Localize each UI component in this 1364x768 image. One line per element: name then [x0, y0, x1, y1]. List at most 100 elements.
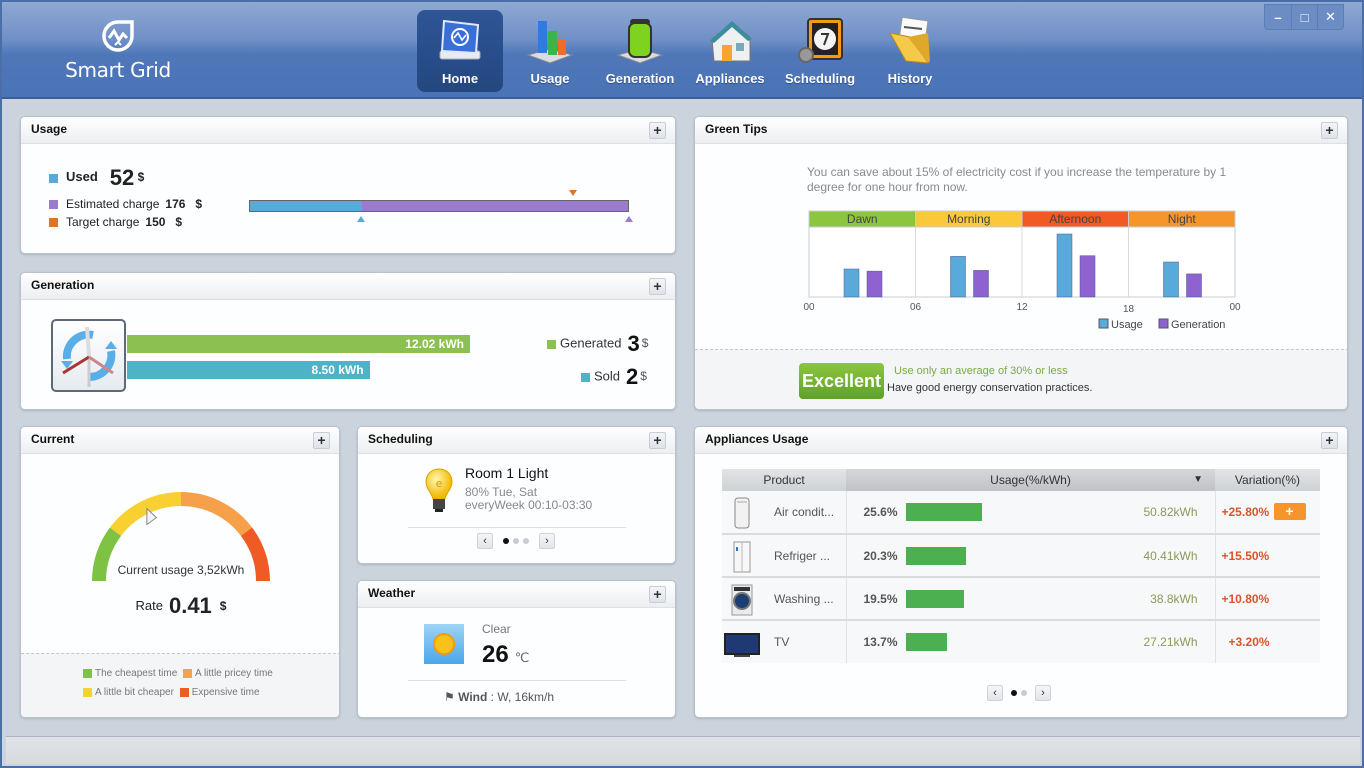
panel-header: Usage + [21, 117, 675, 144]
expand-button[interactable]: + [649, 278, 666, 295]
sunny-icon [424, 624, 464, 664]
nav-usage[interactable]: Usage [507, 10, 593, 92]
usage-percent: 25.6% [863, 505, 898, 519]
period-label: Dawn [847, 212, 878, 226]
expand-button[interactable]: + [649, 586, 666, 603]
plus-icon: + [317, 432, 326, 448]
page-dot[interactable] [513, 538, 519, 544]
folder-icon [889, 17, 930, 64]
current-panel: Current + Current usage 3,52kWh Rate 0.41… [20, 426, 340, 718]
bar-usage [1056, 233, 1073, 298]
window-controls: – □ ✕ [1264, 4, 1344, 30]
panel-title: Scheduling [368, 432, 433, 446]
period-label: Morning [947, 212, 990, 226]
x-tick-label: 18 [1123, 304, 1135, 315]
bar-usage [843, 268, 860, 298]
nav-appliances[interactable]: Appliances [687, 10, 773, 92]
nav-label: Usage [530, 71, 570, 86]
table-row[interactable]: Air condit... 25.6% 50.82kWh +25.80% + [722, 491, 1320, 535]
expand-button[interactable]: + [313, 432, 330, 449]
panel-header: Weather + [358, 581, 675, 608]
variation: +10.80% [1221, 592, 1270, 606]
period-label: Afternoon [1049, 212, 1101, 226]
main-nav: Home Usage Generation Appliances Schedul… [417, 10, 957, 92]
smart-grid-logo-icon [102, 20, 134, 52]
estimated-currency: $ [195, 197, 203, 211]
bar-chart-icon [526, 21, 574, 64]
bar-usage [950, 256, 966, 298]
schedule-detail: 80% Tue, Sat [465, 485, 538, 499]
table-row[interactable]: Refriger ... 20.3% 40.41kWh +15.50% [722, 534, 1320, 578]
panel-header: Current + [21, 427, 339, 454]
estimated-label: Estimated charge [66, 197, 160, 211]
wind-turbine-icon [51, 319, 126, 392]
close-button[interactable]: ✕ [1317, 5, 1343, 29]
table-row[interactable]: Washing ... 19.5% 38.8kWh +10.80% [722, 577, 1320, 621]
nav-history[interactable]: History [867, 10, 953, 92]
estimated-swatch [49, 200, 58, 210]
plus-icon: + [653, 278, 662, 294]
plus-icon: + [653, 432, 662, 448]
gauge-pricey [180, 492, 253, 537]
next-button[interactable]: › [1035, 685, 1051, 701]
appliances-pager: ‹ › [987, 685, 1051, 701]
usage-kwh: 38.8kWh [1150, 592, 1198, 606]
flag-icon: ⚑ [444, 690, 455, 704]
expand-button[interactable]: + [649, 122, 666, 139]
column-usage[interactable]: Usage(%/kWh) ▼ [846, 469, 1215, 491]
nav-scheduling[interactable]: Scheduling [777, 10, 863, 92]
add-button[interactable]: + [1273, 503, 1306, 520]
prev-button[interactable]: ‹ [477, 533, 493, 549]
rate-label: Rate [135, 598, 163, 614]
legend-bit-cheaper: A little bit cheaper [83, 683, 174, 702]
panel-title: Generation [31, 278, 95, 292]
temperature-value: 26 [482, 641, 509, 668]
generated-label: Generated [560, 335, 622, 351]
weather-panel: Weather + Clear 26 ℃ ⚑ Wind : W, 16km/h [357, 580, 676, 718]
divider [408, 527, 626, 528]
page-dot[interactable] [1011, 690, 1017, 696]
minimize-button[interactable]: – [1265, 5, 1291, 29]
column-variation[interactable]: Variation(%) [1215, 469, 1320, 491]
wind-info: ⚑ Wind : W, 16km/h [444, 690, 554, 704]
expand-button[interactable]: + [649, 432, 666, 449]
generated-value: 3 [627, 331, 640, 356]
page-dot[interactable] [503, 538, 509, 544]
maximize-button[interactable]: □ [1291, 5, 1317, 29]
page-dot[interactable] [1021, 690, 1027, 696]
chevron-down-icon[interactable]: ▼ [1193, 474, 1203, 485]
used-value: 52 [109, 165, 135, 190]
nav-generation[interactable]: Generation [597, 10, 683, 92]
next-button[interactable]: › [539, 533, 555, 549]
bar-usage [1163, 261, 1179, 298]
period-label: Night [1168, 212, 1197, 226]
bar-generation [866, 270, 883, 298]
expand-button[interactable]: + [1321, 432, 1338, 449]
table-row[interactable]: TV 13.7% 27.21kWh +3.20% [722, 620, 1320, 663]
used-label: Used [66, 169, 98, 185]
washing-machine-icon [731, 584, 753, 616]
target-swatch [49, 218, 58, 228]
temperature: 26 ℃ [482, 641, 529, 669]
battery-icon [616, 19, 664, 64]
green-tips-panel: Green Tips + You can save about 15% of e… [694, 116, 1348, 410]
header: Smart Grid Home Usage Generation Applian… [2, 2, 1362, 99]
appliances-table: Product Usage(%/kWh) ▼ Variation(%) Air c… [722, 469, 1320, 663]
app-name: Smart Grid [65, 58, 171, 82]
prev-button[interactable]: ‹ [987, 685, 1003, 701]
wind-value: : W, 16km/h [490, 690, 555, 704]
sold-legend: Sold 2 $ [581, 364, 647, 390]
rate-value: 0.41 [168, 593, 212, 618]
sold-label: Sold [594, 368, 621, 384]
legend-swatch [1158, 318, 1169, 329]
generated-swatch [547, 339, 556, 349]
bar-generation [1079, 255, 1096, 298]
page-dot[interactable] [523, 538, 529, 544]
usage-bar [905, 503, 983, 521]
column-product[interactable]: Product [722, 469, 846, 491]
nav-home[interactable]: Home [417, 10, 503, 92]
sold-bar: 8.50 kWh [127, 361, 370, 379]
usage-generation-chart: Dawn Morning Afternoon Night 00 06 12 18 00 Usage… [803, 210, 1241, 331]
generation-panel: Generation + 12.02 kWh 8.50 kWh Generate… [20, 272, 676, 410]
usage-percent: 19.5% [863, 592, 898, 606]
